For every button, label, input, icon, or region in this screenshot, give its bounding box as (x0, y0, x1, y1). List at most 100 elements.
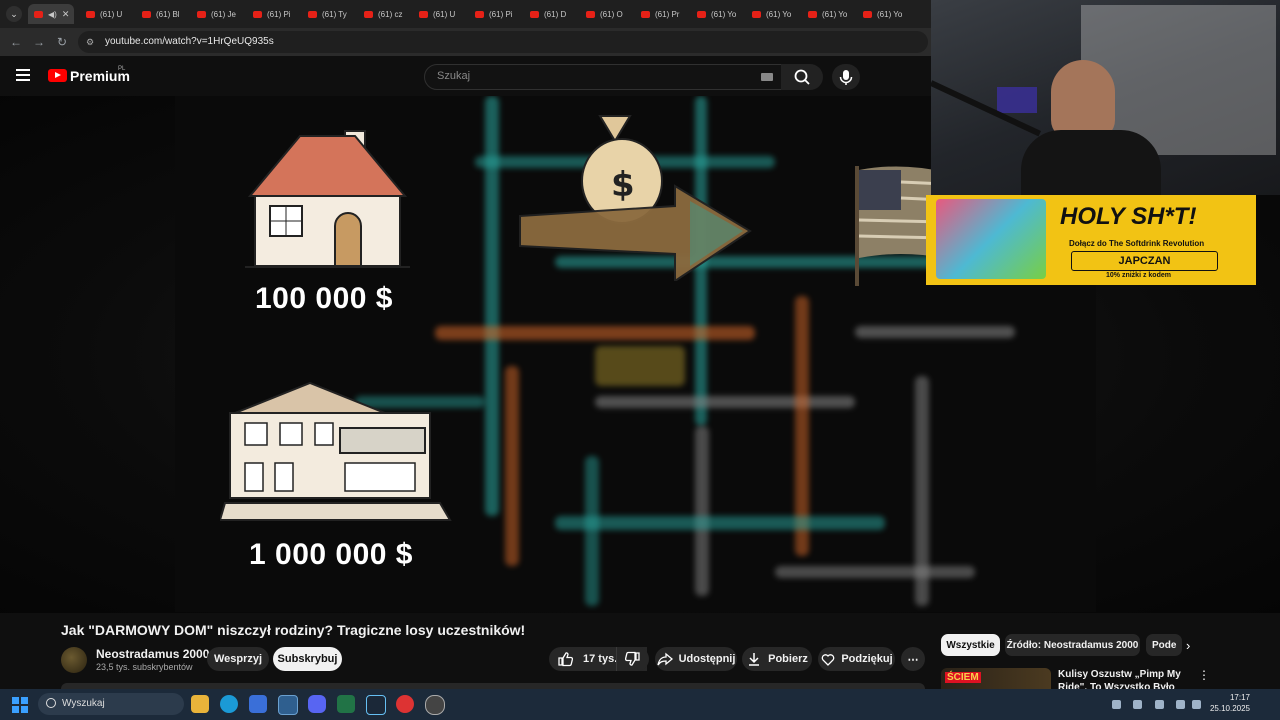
thumbs-down-icon (625, 651, 640, 666)
join-button[interactable]: Wesprzyj (207, 647, 269, 671)
download-button[interactable]: Pobierz (742, 647, 812, 671)
youtube-favicon-icon (530, 10, 539, 18)
chip-related[interactable]: Pode (1146, 634, 1182, 656)
forward-arrow-icon[interactable]: → (31, 34, 47, 50)
tab[interactable]: (61) Yo (863, 4, 915, 24)
tab[interactable]: (61) D (530, 4, 582, 24)
thumbnail-text: ŚCIEM (945, 672, 981, 683)
tab-active-youtube[interactable]: ◀) ✕ (28, 4, 74, 24)
search-input[interactable] (435, 69, 739, 83)
search-box (424, 64, 782, 90)
tab[interactable]: (61) U (86, 4, 138, 24)
dislike-button[interactable] (616, 647, 649, 671)
tab[interactable]: (61) Yo (697, 4, 749, 24)
site-info-icon[interactable]: ⚙ (86, 36, 98, 48)
youtube-favicon-icon (253, 10, 262, 18)
youtube-favicon-icon (34, 10, 43, 18)
search-icon (46, 698, 56, 708)
file-explorer-icon[interactable] (191, 695, 209, 713)
youtube-masthead: Premium PL (0, 56, 931, 96)
more-actions-icon[interactable]: ⋯ (901, 647, 925, 671)
chip-all[interactable]: Wszystkie (941, 634, 1000, 656)
channel-avatar[interactable] (61, 647, 87, 673)
youtube-logo-icon[interactable] (48, 69, 67, 82)
subscribe-button[interactable]: Subskrybuj (273, 647, 342, 671)
app-icon[interactable] (396, 695, 414, 713)
taskbar-search[interactable]: Wyszukaj (38, 693, 184, 715)
mansion-illustration (220, 381, 452, 521)
svg-text:$: $ (611, 165, 635, 205)
promo-code: JAPCZAN (1118, 255, 1171, 267)
youtube-favicon-icon (364, 10, 373, 18)
price-label-small: 100 000 $ (255, 282, 393, 315)
streamer-shirt (1021, 130, 1161, 195)
search-button[interactable] (781, 64, 823, 90)
chevron-right-icon[interactable]: › (1186, 638, 1190, 653)
tab[interactable]: (61) Ty (308, 4, 360, 24)
url-text[interactable]: youtube.com/watch?v=1HrQeUQ935s (105, 36, 274, 47)
sponsor-headline: HOLY SH*T! (1060, 203, 1197, 230)
share-button[interactable]: Udostępnij (655, 647, 737, 671)
store-icon[interactable] (249, 695, 267, 713)
chrome-icon[interactable] (278, 695, 298, 715)
tab[interactable]: (61) Je (197, 4, 249, 24)
discord-icon[interactable] (308, 695, 326, 713)
back-arrow-icon[interactable]: ← (8, 34, 24, 50)
steam-icon[interactable] (366, 695, 386, 715)
recommended-video-title[interactable]: Kulisy Oszustw „Pimp My Ride". To Wszyst… (1058, 668, 1193, 690)
tab[interactable]: (61) O (586, 4, 638, 24)
address-bar[interactable]: ⚙ youtube.com/watch?v=1HrQeUQ935s (78, 31, 928, 53)
chip-from-channel[interactable]: Źródło: Neostradamus 2000 (1005, 634, 1140, 656)
audio-icon[interactable]: ◀) (48, 10, 57, 19)
tab[interactable]: (61) Pi (475, 4, 527, 24)
microphone-tray-icon[interactable] (1155, 700, 1164, 709)
thanks-button[interactable]: Podziękuj (818, 647, 895, 671)
youtube-favicon-icon (475, 10, 484, 18)
keyboard-icon[interactable] (761, 73, 773, 81)
voice-search-button[interactable] (832, 64, 860, 90)
tab[interactable]: (61) Pr (641, 4, 693, 24)
windows-start-icon[interactable] (12, 697, 28, 713)
youtube-favicon-icon (308, 10, 317, 18)
youtube-favicon-icon (641, 10, 650, 18)
clock-date[interactable]: 25.10.2025 (1210, 704, 1250, 713)
hamburger-menu-icon[interactable] (16, 69, 30, 83)
download-icon (749, 653, 760, 666)
tab-strip: ⌄ ◀) ✕ (61) U (61) Bl (61) Je (61) Pi (6… (0, 0, 931, 28)
taskbar-search-label: Wyszukaj (62, 698, 105, 709)
excel-icon[interactable] (337, 695, 355, 713)
thumbs-up-icon (558, 652, 573, 667)
search-icon (794, 69, 810, 85)
video-title: Jak "DARMOWY DOM" niszczył rodziny? Trag… (61, 622, 526, 638)
youtube-favicon-icon (586, 10, 595, 18)
recommended-video-thumbnail[interactable]: ŚCIEM (941, 668, 1051, 690)
volume-icon[interactable] (1192, 700, 1201, 709)
subscriber-count: 23,5 tys. subskrybentów (96, 662, 193, 672)
price-label-large: 1 000 000 $ (249, 538, 413, 571)
tab[interactable]: (61) Yo (808, 4, 860, 24)
edge-icon[interactable] (220, 695, 238, 713)
tab[interactable]: (61) Yo (752, 4, 804, 24)
taskbar: Wyszukaj 17:17 25.10.2025 (0, 689, 1280, 720)
sponsor-banner: HOLY SH*T! Dołącz do The Softdrink Revol… (926, 195, 1256, 285)
tab-search-dropdown-icon[interactable]: ⌄ (6, 6, 22, 22)
tab-close-icon[interactable]: ✕ (62, 9, 70, 20)
tray-app-icon[interactable] (1133, 700, 1142, 709)
tab[interactable]: (61) Bl (142, 4, 194, 24)
network-icon[interactable] (1176, 700, 1185, 709)
streamer-face (1051, 60, 1115, 140)
obs-icon[interactable] (425, 695, 445, 715)
tab[interactable]: (61) U (419, 4, 471, 24)
tray-overflow-icon[interactable] (1112, 700, 1121, 709)
clock-time[interactable]: 17:17 (1230, 693, 1250, 702)
tab[interactable]: (61) Pi (253, 4, 305, 24)
tab[interactable]: (61) cz (364, 4, 416, 24)
region-label: PL (118, 66, 126, 72)
microphone-icon (839, 70, 853, 85)
webcam-overlay (931, 0, 1280, 195)
channel-name[interactable]: Neostradamus 2000 (96, 647, 209, 661)
more-vert-icon[interactable]: ⋮ (1198, 668, 1210, 682)
sponsor-tagline: Dołącz do The Softdrink Revolution (1069, 239, 1205, 248)
reload-icon[interactable]: ↻ (54, 34, 70, 50)
money-bag-arrow-illustration: $ (519, 115, 752, 281)
